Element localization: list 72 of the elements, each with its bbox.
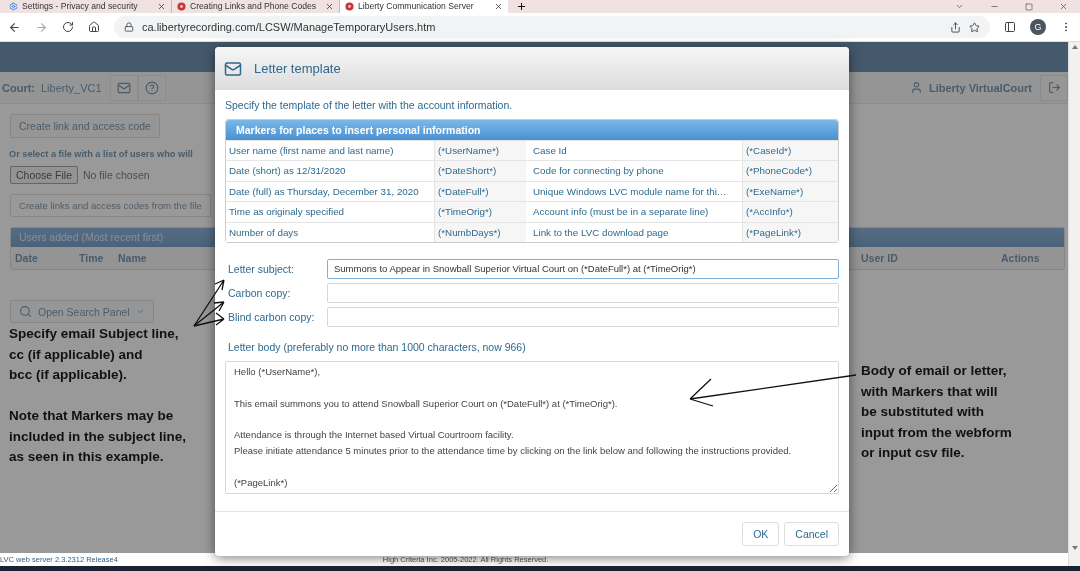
court-name: Liberty_VC1: [41, 81, 102, 94]
markers-title: Markers for places to insert personal information: [226, 120, 838, 140]
new-tab-icon[interactable]: [516, 1, 527, 12]
help-button[interactable]: [137, 74, 166, 101]
side-panel-icon[interactable]: [1004, 21, 1016, 33]
input-field[interactable]: [327, 282, 839, 303]
input-field[interactable]: Summons to Appear in Snowball Superior Virtual Court on (*DateFull*) at (*TimeOrig*): [327, 258, 839, 279]
table-cell: (*TimeOrig*): [434, 202, 526, 222]
field-label: Letter subject:: [227, 262, 295, 275]
table-cell: (*NumbDays*): [434, 222, 526, 242]
close-icon[interactable]: [325, 2, 334, 11]
column-header: Time: [79, 252, 105, 264]
back-icon[interactable]: [8, 20, 21, 34]
letter-body-field[interactable]: Hello (*UserName*), This email summons you to attend Snowball Superior Court on (*DateFull*) at (*TimeOrig*). Attendance is through the Internet based Virtual Courtroom facility. Please initiate attendance 5 minutes prior to the attendance time by clicking on the link below and following the instructions provided. (*PageLink*): [225, 360, 839, 494]
table-cell: (*DateFull*): [434, 181, 526, 202]
body-label: Letter body (preferably no more than 1000 characters, now 966): [228, 340, 527, 353]
gear-icon: [9, 2, 18, 11]
mail-button[interactable]: [109, 74, 138, 101]
table-cell: (*PhoneCode*): [742, 161, 838, 181]
close-icon[interactable]: [1059, 2, 1068, 11]
court-label: Court:: [2, 81, 35, 94]
page-scrollbar[interactable]: [1068, 42, 1080, 566]
field-label: Blind carbon copy:: [227, 310, 316, 323]
address-bar[interactable]: ca.libertyrecording.com/LCSW/ManageTemporaryUsers.htm: [114, 16, 990, 38]
dialog-button[interactable]: Cancel: [784, 522, 839, 546]
scroll-up-icon[interactable]: [1071, 45, 1078, 49]
home-icon[interactable]: [88, 21, 100, 33]
close-icon[interactable]: [494, 2, 503, 11]
table-cell: (*UserName*): [434, 141, 526, 161]
table-cell: (*ExeName*): [742, 181, 838, 202]
input-field[interactable]: [327, 306, 839, 327]
field-label: Carbon copy:: [227, 286, 292, 299]
table-cell: (*CaseId*): [742, 141, 838, 161]
file-prompt: Or select a file with a list of users who will: [9, 149, 193, 159]
annotation-text: Specify email Subject line, cc (if applicable) and bcc (if applicable).: [9, 325, 179, 384]
intro-text: Specify the template of the letter with the account information.: [225, 99, 514, 111]
help-icon: [144, 80, 159, 95]
lock-icon: [124, 22, 134, 32]
maximize-icon[interactable]: [1025, 2, 1033, 11]
url-text: ca.libertyrecording.com/LCSW/ManageTemporaryUsers.htm: [142, 21, 436, 33]
forward-icon[interactable]: [35, 20, 48, 34]
annotation-text: Body of email or letter, with Markers that will be substituted with input from the webform or input csv file.: [861, 362, 1012, 462]
table-cell: (*DateShort*): [434, 161, 526, 181]
column-header: Name: [118, 252, 148, 264]
column-header: Date: [15, 252, 39, 264]
logout-button[interactable]: [1040, 74, 1068, 101]
column-header: Actions: [1001, 252, 1041, 264]
table-cell: (*AccInfo*): [742, 202, 838, 222]
close-icon[interactable]: [157, 2, 166, 11]
file-status: No file chosen: [83, 169, 150, 181]
circle-logo-icon: [345, 2, 354, 11]
dialog-button[interactable]: OK: [742, 522, 780, 546]
circle-logo-icon: [177, 2, 186, 11]
dialog-title: Letter template: [254, 61, 341, 76]
reload-icon[interactable]: [62, 21, 74, 33]
chevron-icon[interactable]: [955, 2, 964, 11]
star-icon[interactable]: [969, 21, 980, 33]
choose-file-button[interactable]: Choose File: [10, 166, 79, 184]
share-icon[interactable]: [950, 21, 961, 33]
mail-icon: [116, 80, 131, 95]
user-icon: [909, 81, 923, 94]
search-icon: [19, 305, 32, 318]
mail-icon: [224, 59, 242, 78]
column-header: User ID: [861, 252, 899, 264]
annotation-text: Note that Markers may be included in the subject line, as seen in this example.: [9, 407, 187, 466]
browser-tab[interactable]: Liberty Communication Server: [340, 0, 508, 13]
table-cell: (*PageLink*): [742, 222, 838, 242]
scroll-down-icon[interactable]: [1071, 546, 1078, 550]
user-name: Liberty VirtualCourt: [928, 81, 1032, 94]
chevron-icon: [135, 307, 145, 316]
logout-icon: [1047, 81, 1061, 94]
profile-avatar[interactable]: G: [1030, 19, 1046, 35]
